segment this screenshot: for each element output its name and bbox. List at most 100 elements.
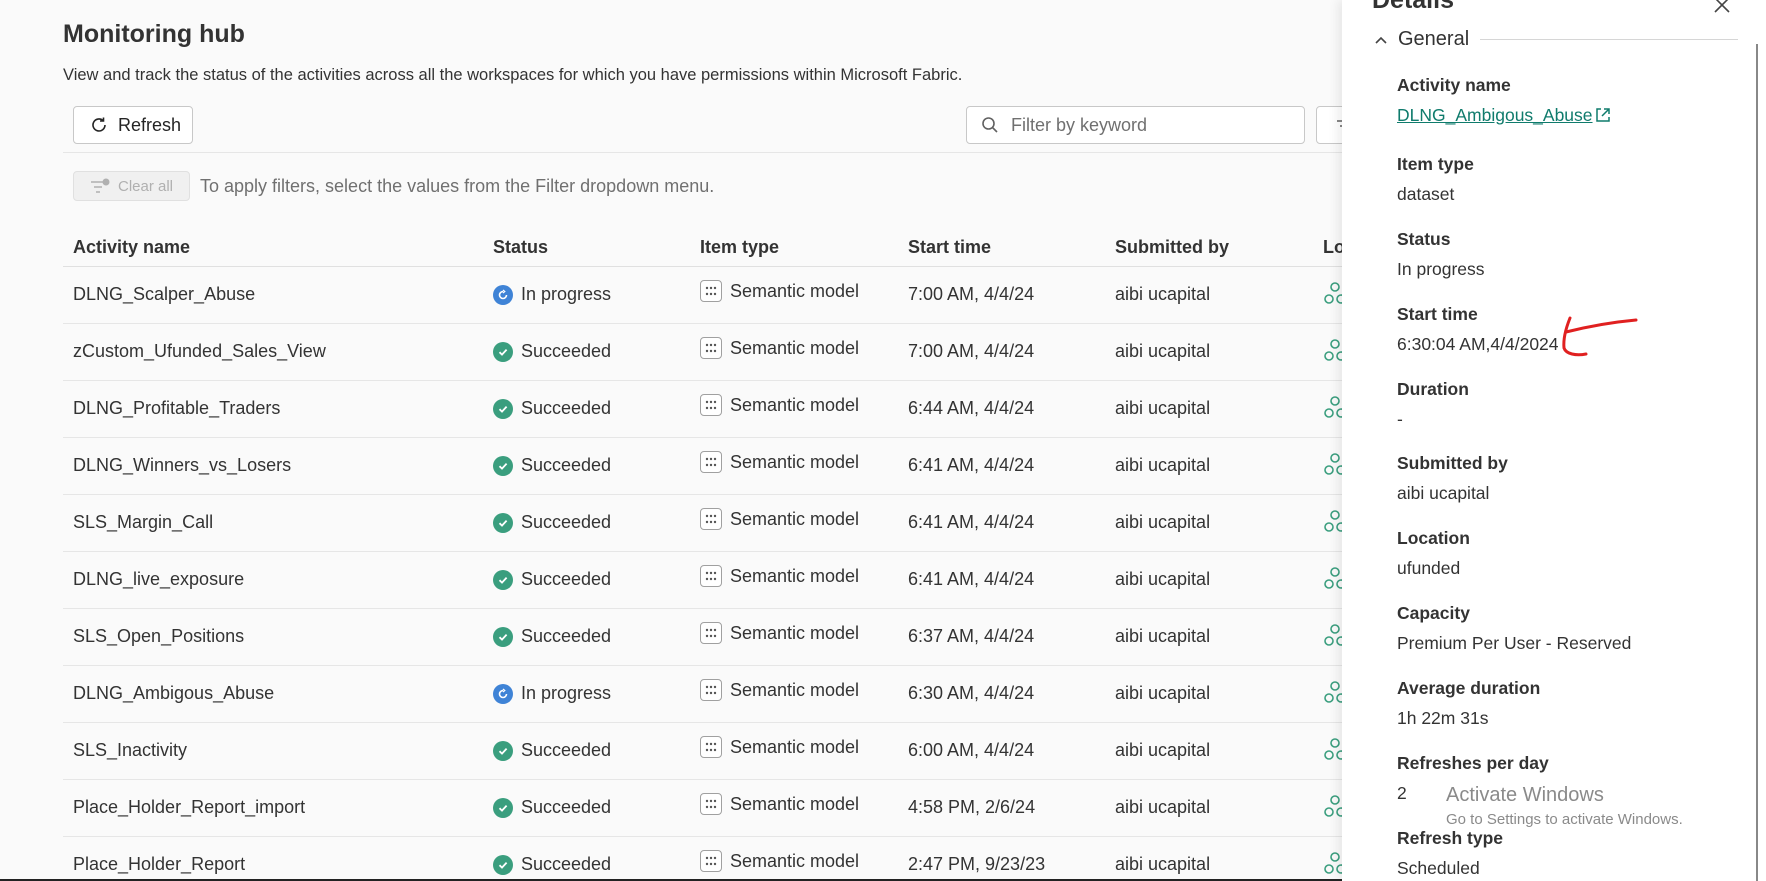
semantic-model-icon [700, 565, 722, 587]
status-label: Succeeded [521, 341, 612, 361]
table-row[interactable]: DLNG_Ambigous_Abuse In progress Semantic m… [63, 666, 1342, 723]
field-value-capacity: Premium Per User - Reserved [1397, 633, 1632, 653]
close-icon[interactable] [1711, 0, 1733, 16]
field-label-item-type: Item type [1397, 154, 1474, 174]
workspace-icon [1324, 795, 1342, 817]
status-label: Succeeded [521, 854, 612, 874]
item-type-cell: Semantic model [700, 736, 859, 758]
submitted-by-cell: aibi ucapital [1115, 740, 1211, 760]
activity-name-cell[interactable]: DLNG_Winners_vs_Losers [73, 455, 291, 476]
watermark-subtitle: Go to Settings to activate Windows. [1446, 811, 1683, 828]
details-scrollbar[interactable] [1756, 44, 1758, 881]
start-time-cell: 6:41 AM, 4/4/24 [908, 512, 1035, 532]
search-box[interactable] [966, 106, 1305, 144]
clear-all-button[interactable]: Clear all [73, 171, 190, 201]
submitted-by-cell: aibi ucapital [1115, 398, 1211, 418]
field-value-refreshes-per-day: 2 [1397, 783, 1407, 803]
field-label-location: Location [1397, 528, 1470, 548]
field-value-location: ufunded [1397, 558, 1461, 578]
submitted-by-cell: aibi ucapital [1115, 683, 1211, 703]
column-header-item-type[interactable]: Item type [700, 237, 779, 258]
activity-name-cell[interactable]: zCustom_Ufunded_Sales_View [73, 341, 326, 362]
column-header-location[interactable]: Lo [1323, 237, 1342, 258]
activity-name-cell[interactable]: SLS_Open_Positions [73, 626, 244, 647]
activity-name-cell[interactable]: DLNG_Scalper_Abuse [73, 284, 255, 305]
semantic-model-icon [700, 679, 722, 701]
general-section-toggle[interactable]: General [1374, 28, 1469, 51]
table-row[interactable]: Place_Holder_Report Succeeded Semantic mod… [63, 837, 1342, 881]
item-type-cell: Semantic model [700, 280, 859, 302]
table-row[interactable]: DLNG_live_exposure Succeeded Semantic mode… [63, 552, 1342, 609]
field-value-duration: - [1397, 409, 1403, 429]
table-row[interactable]: SLS_Margin_Call Succeeded Semantic model 6:… [63, 495, 1342, 552]
column-header-activity-name[interactable]: Activity name [73, 237, 190, 258]
check-circle-icon [493, 455, 513, 476]
workspace-icon [1324, 453, 1342, 475]
table-row[interactable]: SLS_Inactivity Succeeded Semantic model 6:0… [63, 723, 1342, 780]
status-label: Succeeded [521, 398, 612, 418]
status-cell: Succeeded [493, 455, 611, 476]
filter-hint-text: To apply filters, select the values from… [200, 176, 715, 196]
workspace-icon [1324, 681, 1342, 703]
table-row[interactable]: DLNG_Profitable_Traders Succeeded Semantic… [63, 381, 1342, 438]
table-row[interactable]: zCustom_Ufunded_Sales_View Succeeded Seman… [63, 324, 1342, 381]
check-circle-icon [493, 797, 513, 818]
activity-name-cell[interactable]: SLS_Margin_Call [73, 512, 213, 533]
check-circle-icon [493, 569, 513, 590]
status-cell: Succeeded [493, 797, 611, 818]
semantic-model-icon [700, 280, 722, 302]
start-time-cell: 6:44 AM, 4/4/24 [908, 398, 1035, 418]
clear-filter-icon [91, 178, 110, 193]
submitted-by-cell: aibi ucapital [1115, 455, 1211, 475]
item-type-label: Semantic model [730, 622, 860, 643]
check-circle-icon [493, 626, 513, 647]
item-type-label: Semantic model [730, 793, 860, 814]
workspace-icon [1324, 567, 1342, 589]
filter-button[interactable] [1316, 106, 1342, 144]
activity-name-cell[interactable]: SLS_Inactivity [73, 740, 187, 761]
semantic-model-icon [700, 622, 722, 644]
item-type-cell: Semantic model [700, 337, 859, 359]
table-row[interactable]: DLNG_Scalper_Abuse In progress Semantic mo… [63, 267, 1342, 324]
semantic-model-icon [700, 736, 722, 758]
item-type-label: Semantic model [730, 736, 860, 757]
semantic-model-icon [700, 451, 722, 473]
submitted-by-cell: aibi ucapital [1115, 797, 1211, 817]
refresh-button[interactable]: Refresh [73, 106, 193, 144]
open-external-icon[interactable] [1594, 106, 1612, 124]
table-row[interactable]: SLS_Open_Positions Succeeded Semantic mode… [63, 609, 1342, 666]
search-icon [982, 117, 998, 133]
activity-name-link[interactable]: DLNG_Ambigous_Abuse [1397, 105, 1593, 126]
start-time-cell: 6:41 AM, 4/4/24 [908, 569, 1035, 589]
check-circle-icon [493, 512, 513, 533]
field-label-refreshes-per-day: Refreshes per day [1397, 753, 1549, 773]
submitted-by-cell: aibi ucapital [1115, 284, 1211, 304]
status-cell: Succeeded [493, 512, 611, 533]
submitted-by-cell: aibi ucapital [1115, 341, 1211, 361]
item-type-label: Semantic model [730, 337, 860, 358]
refresh-icon [92, 117, 106, 132]
field-label-capacity: Capacity [1397, 603, 1470, 623]
activity-name-cell[interactable]: DLNG_Profitable_Traders [73, 398, 280, 419]
table-header: Activity name Status Item type Start tim… [63, 232, 1342, 267]
column-header-status[interactable]: Status [493, 237, 548, 258]
item-type-label: Semantic model [730, 508, 860, 529]
column-header-start-time[interactable]: Start time [908, 237, 991, 258]
start-time-cell: 6:37 AM, 4/4/24 [908, 626, 1035, 646]
item-type-cell: Semantic model [700, 451, 859, 473]
start-time-cell: 7:00 AM, 4/4/24 [908, 284, 1035, 304]
column-header-submitted-by[interactable]: Submitted by [1115, 237, 1229, 258]
activity-name-cell[interactable]: Place_Holder_Report_import [73, 797, 305, 818]
activity-name-cell[interactable]: DLNG_live_exposure [73, 569, 244, 590]
check-circle-icon [493, 854, 513, 875]
table-row[interactable]: DLNG_Winners_vs_Losers Succeeded Semantic … [63, 438, 1342, 495]
status-label: Succeeded [521, 455, 612, 475]
item-type-label: Semantic model [730, 565, 860, 586]
start-time-cell: 6:41 AM, 4/4/24 [908, 455, 1035, 475]
activity-name-cell[interactable]: Place_Holder_Report [73, 854, 245, 875]
status-cell: In progress [493, 683, 611, 704]
table-row[interactable]: Place_Holder_Report_import Succeeded Seman… [63, 780, 1342, 837]
item-type-label: Semantic model [730, 451, 860, 472]
search-input[interactable] [1009, 113, 1283, 137]
activity-name-cell[interactable]: DLNG_Ambigous_Abuse [73, 683, 274, 704]
